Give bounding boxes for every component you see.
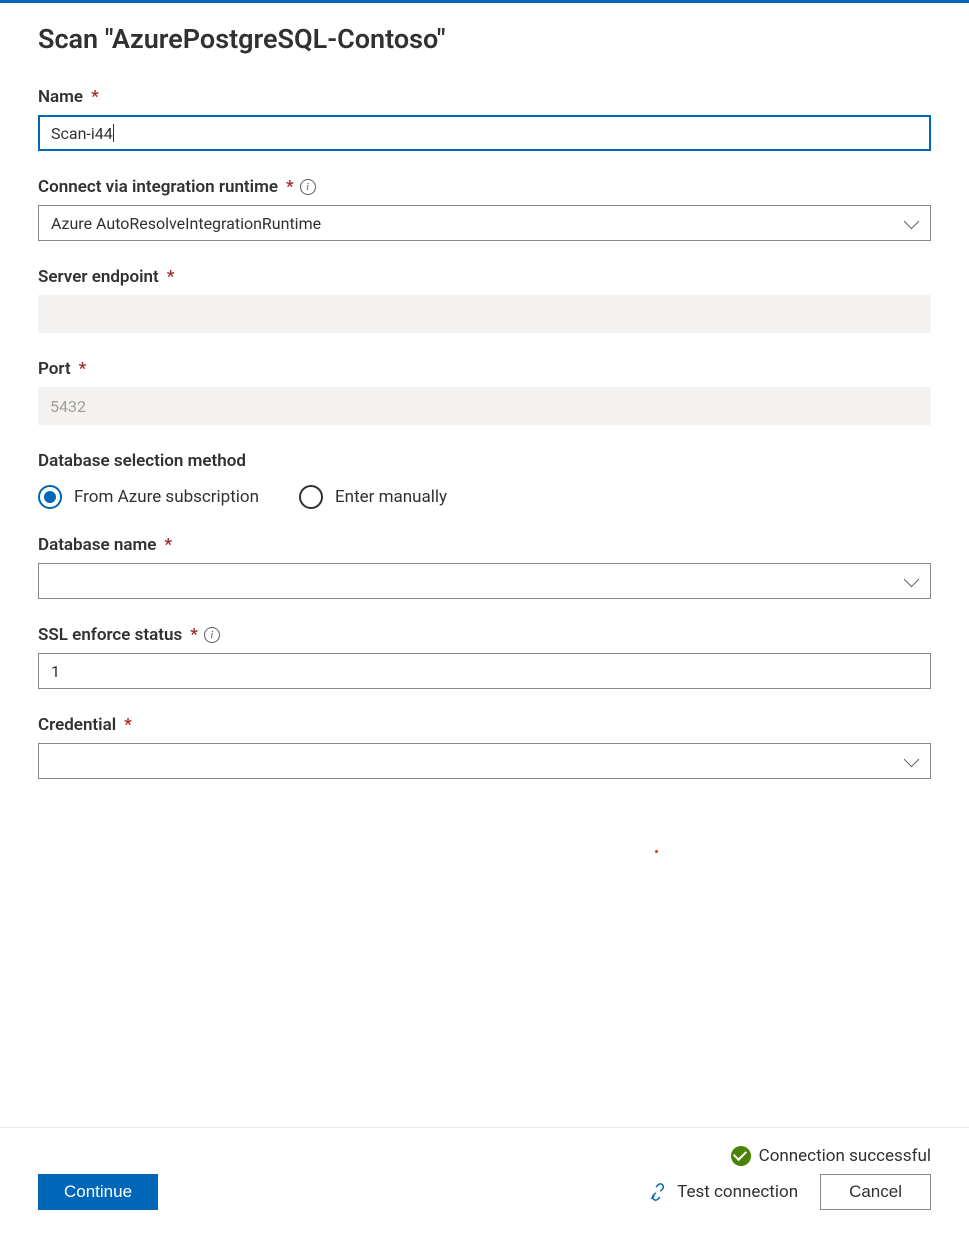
dbname-label: Database name* bbox=[38, 535, 931, 555]
port-label: Port* bbox=[38, 359, 931, 379]
continue-button[interactable]: Continue bbox=[38, 1174, 158, 1210]
runtime-select[interactable]: Azure AutoResolveIntegrationRuntime bbox=[38, 205, 931, 241]
chevron-down-icon bbox=[904, 574, 918, 588]
chevron-down-icon bbox=[904, 754, 918, 768]
check-icon bbox=[731, 1146, 751, 1166]
cancel-button[interactable]: Cancel bbox=[820, 1174, 931, 1210]
dbname-select[interactable] bbox=[38, 563, 931, 599]
radio-from-azure[interactable]: From Azure subscription bbox=[38, 485, 259, 509]
name-label: Name* bbox=[38, 87, 931, 107]
info-icon[interactable]: i bbox=[300, 179, 316, 195]
name-input[interactable]: Scan-i44 bbox=[38, 115, 931, 151]
ssl-input[interactable]: 1 bbox=[38, 653, 931, 689]
chevron-down-icon bbox=[904, 216, 918, 230]
port-input: 5432 bbox=[38, 387, 931, 425]
dbmethod-label: Database selection method bbox=[38, 451, 931, 471]
ssl-label: SSL enforce status* i bbox=[38, 625, 931, 645]
credential-label: Credential* bbox=[38, 715, 931, 735]
runtime-label: Connect via integration runtime* i bbox=[38, 177, 931, 197]
connection-status: Connection successful bbox=[38, 1146, 931, 1166]
radio-icon bbox=[38, 485, 62, 509]
red-dot bbox=[655, 850, 658, 853]
test-connection-link[interactable]: Test connection bbox=[649, 1182, 798, 1202]
credential-select[interactable] bbox=[38, 743, 931, 779]
page-title: Scan "AzurePostgreSQL-Contoso" bbox=[38, 23, 931, 55]
endpoint-label: Server endpoint* bbox=[38, 267, 931, 287]
radio-enter-manually[interactable]: Enter manually bbox=[299, 485, 447, 509]
endpoint-input bbox=[38, 295, 931, 333]
radio-icon bbox=[299, 485, 323, 509]
plug-icon bbox=[649, 1183, 667, 1201]
info-icon[interactable]: i bbox=[204, 627, 220, 643]
